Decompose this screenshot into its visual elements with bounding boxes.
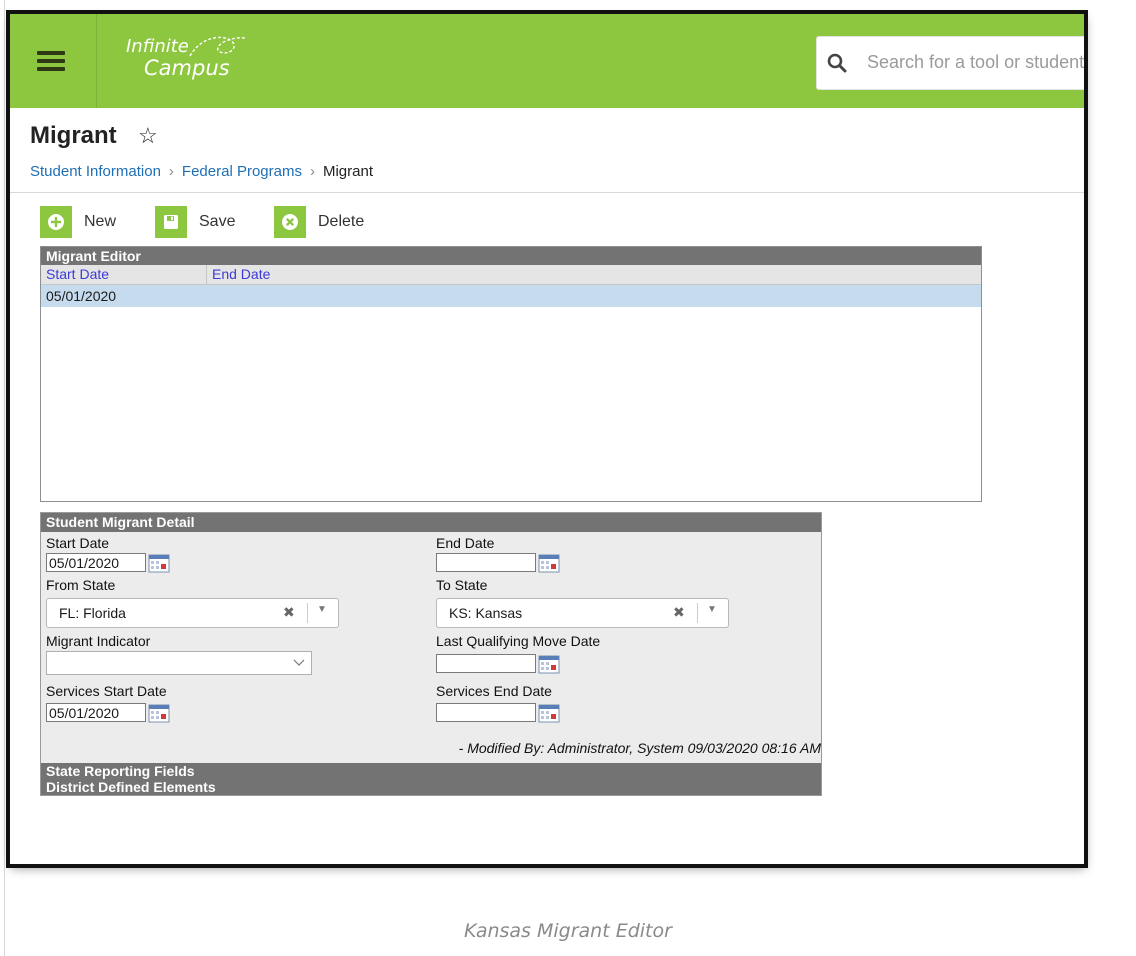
column-header-start-date[interactable]: Start Date [46,266,109,282]
dropdown-arrow-icon[interactable]: ▼ [317,604,327,615]
breadcrumb-current: Migrant [322,163,373,180]
to-state-select[interactable]: KS: Kansas ✖ ▼ [436,598,729,628]
to-state-value: KS: Kansas [449,605,523,621]
new-label: New [84,213,117,230]
delete-label: Delete [318,213,365,230]
chevron-down-icon [293,659,305,666]
detail-header: Student Migrant Detail [41,513,821,532]
search-icon [827,53,847,73]
detail-footer-sections: State Reporting Fields District Defined … [41,763,821,795]
from-state-label: From State [46,577,116,593]
save-label: Save [199,213,236,230]
migrant-indicator-dropdown[interactable] [46,651,312,675]
x-circle-icon [282,214,298,230]
from-state-select[interactable]: FL: Florida ✖ ▼ [46,598,339,628]
services-end-date-field[interactable] [436,703,536,722]
chevron-right-icon: › [168,163,174,180]
select-divider [307,603,308,623]
from-state-value: FL: Florida [59,605,126,621]
to-state-label: To State [436,577,488,593]
clear-icon[interactable]: ✖ [283,604,295,621]
app-window: Infinite Campus Search for a tool or stu… [6,10,1088,868]
modified-by-text: - Modified By: Administrator, System 09/… [458,740,821,756]
district-defined-elements-header[interactable]: District Defined Elements [41,779,821,795]
plus-circle-icon [48,214,64,230]
start-date-label: Start Date [46,535,110,551]
breadcrumb-link-federal-programs[interactable]: Federal Programs [182,163,302,180]
end-date-field[interactable] [436,553,536,572]
new-icon-box [40,206,72,238]
logo-line-1: Infinite [126,36,189,57]
row-start-date: 05/01/2020 [46,288,117,304]
services-start-date-field[interactable]: 05/01/2020 [46,703,146,722]
figure-caption: Kansas Migrant Editor [464,920,672,942]
services-end-date-label: Services End Date [436,683,552,699]
calendar-icon[interactable] [538,654,560,674]
migrant-editor-header: Migrant Editor [41,247,981,265]
breadcrumb: Student Information › Federal Programs › Mig… [30,163,373,180]
top-navigation-bar: Infinite Campus Search for a tool or stu… [10,14,1084,108]
tool-search-box[interactable]: Search for a tool or student [816,36,1085,90]
page-left-rule [4,0,5,956]
hamburger-icon [37,51,65,55]
page-title: Migrant [30,122,117,149]
hamburger-menu-button[interactable] [10,14,97,108]
dropdown-arrow-icon[interactable]: ▼ [707,604,717,615]
calendar-icon[interactable] [148,703,170,723]
new-button[interactable]: New [40,206,116,238]
delete-icon-box [274,206,306,238]
save-button[interactable]: Save [155,206,235,238]
search-placeholder: Search for a tool or student [867,52,1085,72]
floppy-disk-icon [164,215,178,229]
favorite-star-icon[interactable]: ☆ [138,123,158,149]
save-icon-box [155,206,187,238]
calendar-icon[interactable] [538,553,560,573]
end-date-label: End Date [436,535,495,551]
breadcrumb-link-student-information[interactable]: Student Information [30,163,161,180]
calendar-icon[interactable] [538,703,560,723]
state-reporting-fields-header[interactable]: State Reporting Fields [41,763,821,779]
column-header-end-date[interactable]: End Date [206,265,270,284]
editor-column-headers: Start Date End Date [41,265,981,285]
logo-line-2: Campus [144,56,230,80]
clear-icon[interactable]: ✖ [673,604,685,621]
last-qualifying-move-date-field[interactable] [436,654,536,673]
migrant-editor-panel: Migrant Editor Start Date End Date 05/01… [40,246,982,502]
calendar-icon[interactable] [148,553,170,573]
select-divider [697,603,698,623]
student-migrant-detail-panel: Student Migrant Detail Start Date 05/01/… [40,512,822,796]
divider [10,192,1084,193]
delete-button[interactable]: Delete [274,206,364,238]
chevron-right-icon: › [309,163,315,180]
migrant-indicator-label: Migrant Indicator [46,633,151,649]
hamburger-icon [37,67,65,71]
start-date-field[interactable]: 05/01/2020 [46,553,146,572]
services-start-date-label: Services Start Date [46,683,167,699]
hamburger-icon [37,59,65,63]
last-qualifying-move-date-label: Last Qualifying Move Date [436,633,601,649]
table-row[interactable]: 05/01/2020 [41,285,981,307]
